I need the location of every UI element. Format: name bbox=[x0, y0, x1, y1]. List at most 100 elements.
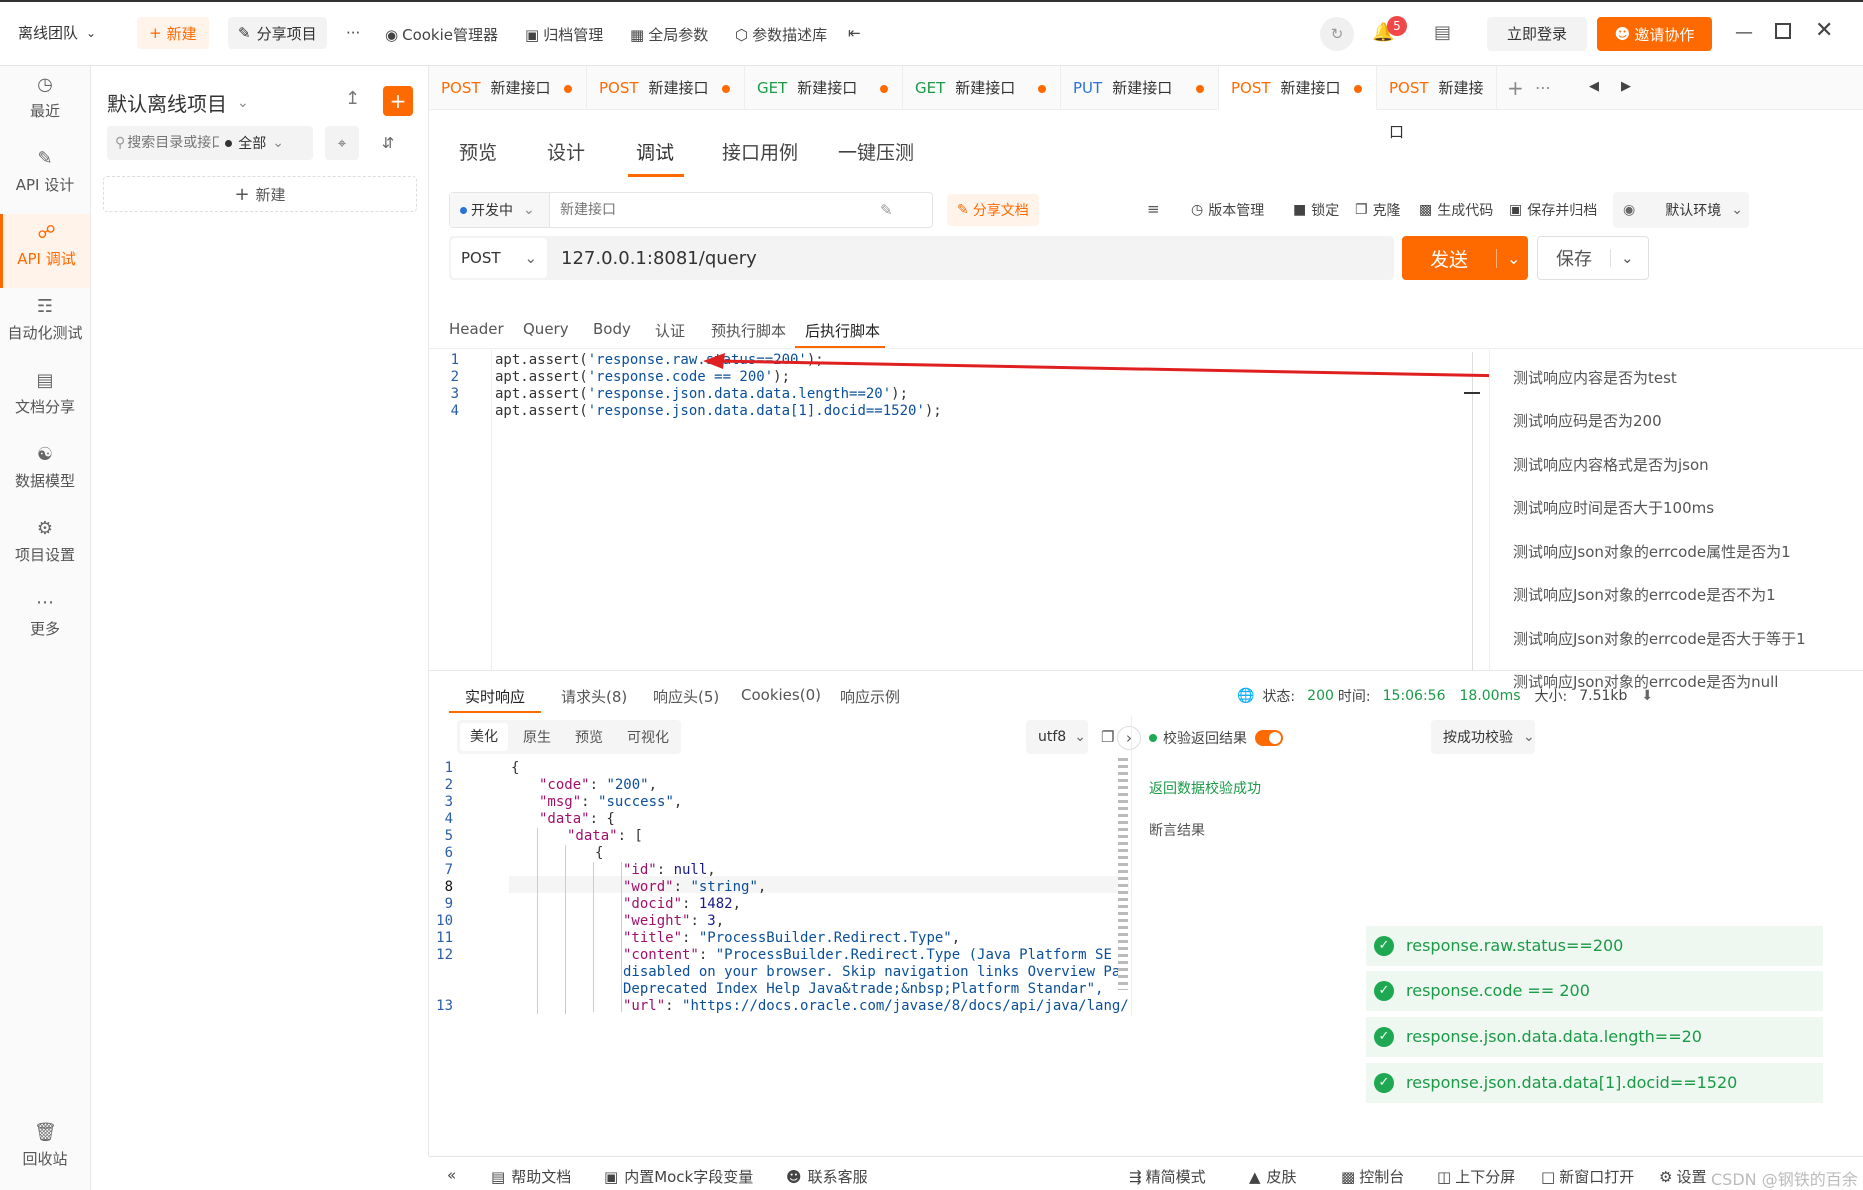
view-raw[interactable]: 原生 bbox=[511, 727, 563, 747]
method-select[interactable]: POST ⌄ bbox=[451, 238, 547, 278]
post-script-editor[interactable]: 1 apt.assert('response.raw.status==200')… bbox=[429, 350, 1489, 670]
help-doc-button[interactable]: ▤ 帮助文档 bbox=[491, 1166, 571, 1187]
global-params-button[interactable]: ▦ 全局参数 bbox=[630, 24, 708, 45]
snippet-item[interactable]: 测试响应Json对象的errcode是否为null bbox=[1513, 671, 1778, 692]
tab-more-icon[interactable]: ⋯ bbox=[1535, 78, 1551, 97]
snippet-item[interactable]: 测试响应内容是否为test bbox=[1513, 367, 1677, 388]
sidebar-item-data-model[interactable]: ☯ 数据模型 bbox=[0, 436, 90, 510]
archive-button[interactable]: ▣ 归档管理 bbox=[525, 24, 603, 45]
sidebar-item-project-settings[interactable]: ⚙ 项目设置 bbox=[0, 510, 90, 584]
request-tab[interactable]: GET 新建接口 bbox=[745, 66, 903, 110]
invite-button[interactable]: ☻ 邀请协作 bbox=[1597, 17, 1712, 51]
tab-prev-icon[interactable]: ◀ bbox=[1589, 79, 1599, 94]
chevron-right-icon[interactable]: › bbox=[1117, 726, 1141, 750]
format-icon[interactable]: ≡ bbox=[1147, 200, 1160, 218]
tab-next-icon[interactable]: ▶ bbox=[1621, 79, 1631, 94]
request-tab[interactable]: PUT 新建接口 bbox=[1061, 66, 1219, 110]
share-project-button[interactable]: ✎ 分享项目 bbox=[228, 17, 327, 49]
sidebar-item-doc-share[interactable]: ▤ 文档分享 bbox=[0, 362, 90, 436]
tab-body[interactable]: Body bbox=[593, 320, 631, 338]
validate-mode-select[interactable]: 按成功校验 ⌄ bbox=[1431, 720, 1535, 754]
add-tab-icon[interactable]: + bbox=[1507, 76, 1524, 100]
locate-icon[interactable]: ⌖ bbox=[325, 126, 359, 160]
sync-icon[interactable]: ↻ bbox=[1320, 17, 1354, 51]
snippet-item[interactable]: 测试响应码是否为200 bbox=[1513, 410, 1662, 431]
gen-code-button[interactable]: ▩ 生成代码 bbox=[1419, 200, 1493, 220]
edit-icon[interactable]: ✎ bbox=[880, 201, 893, 219]
copy-icon[interactable]: ❐ bbox=[1101, 728, 1114, 746]
filter-select[interactable]: 全部 bbox=[238, 133, 266, 153]
snippet-item[interactable]: 测试响应Json对象的errcode是否大于等于1 bbox=[1513, 628, 1806, 649]
import-icon[interactable]: ↥ bbox=[345, 88, 360, 109]
settings-button[interactable]: ⚙ 设置 bbox=[1659, 1166, 1706, 1187]
tab-preview[interactable]: 预览 bbox=[459, 138, 497, 165]
tab-stress-test[interactable]: 一键压测 bbox=[838, 138, 914, 165]
save-archive-button[interactable]: ▣ 保存并归档 bbox=[1509, 200, 1597, 220]
request-tab[interactable]: POST 新建接口 bbox=[587, 66, 745, 110]
notes-icon[interactable]: ▤ bbox=[1434, 22, 1451, 43]
skin-button[interactable]: ▲ 皮肤 bbox=[1249, 1166, 1297, 1187]
view-visualize[interactable]: 可视化 bbox=[615, 727, 681, 747]
save-button[interactable]: 保存 ⌄ bbox=[1537, 236, 1649, 280]
sort-icon[interactable]: ⇵ bbox=[371, 126, 405, 160]
tab-request-headers[interactable]: 请求头(8) bbox=[561, 686, 627, 707]
response-json-view[interactable]: 1 2 3 4 5 6 7 8 9 10 11 12 13 { "code": … bbox=[429, 758, 1129, 1014]
close-icon[interactable]: ✕ bbox=[1815, 18, 1833, 43]
status-select[interactable]: 开发中 ⌄ bbox=[450, 193, 550, 227]
minimize-icon[interactable]: — bbox=[1735, 22, 1753, 43]
sidebar-item-automation[interactable]: ☶ 自动化测试 bbox=[0, 288, 90, 362]
split-button[interactable]: ◫ 上下分屏 bbox=[1437, 1166, 1515, 1187]
version-button[interactable]: ◷ 版本管理 bbox=[1191, 200, 1264, 220]
sidebar-item-recycle[interactable]: 🗑 回收站 bbox=[0, 1114, 90, 1188]
snippet-item[interactable]: 测试响应内容格式是否为json bbox=[1513, 454, 1709, 475]
request-tab[interactable]: POST 新建接口 bbox=[1377, 66, 1497, 141]
tab-cookies[interactable]: Cookies(0) bbox=[741, 686, 821, 704]
request-tab[interactable]: GET 新建接口 bbox=[903, 66, 1061, 110]
maximize-icon[interactable] bbox=[1775, 23, 1791, 39]
view-beautify[interactable]: 美化 bbox=[460, 723, 508, 751]
new-window-button[interactable]: □ 新窗口打开 bbox=[1541, 1166, 1634, 1187]
request-tab[interactable]: POST 新建接口 bbox=[429, 66, 587, 110]
sidebar-item-api-debug[interactable]: ☍ API 调试 bbox=[0, 214, 90, 288]
snippet-item[interactable]: 测试响应Json对象的errcode属性是否为1 bbox=[1513, 541, 1791, 562]
lock-button[interactable]: ■ 锁定 bbox=[1293, 200, 1339, 220]
encoding-select[interactable]: utf8 ⌄ bbox=[1026, 720, 1088, 754]
new-tree-item-button[interactable]: + 新建 bbox=[103, 176, 417, 212]
mock-button[interactable]: ▣ 内置Mock字段变量 bbox=[604, 1166, 753, 1187]
url-input[interactable] bbox=[547, 238, 1367, 278]
tab-post-script[interactable]: 后执行脚本 bbox=[805, 320, 880, 341]
view-preview[interactable]: 预览 bbox=[563, 727, 615, 747]
tab-cases[interactable]: 接口用例 bbox=[722, 138, 798, 165]
collapse-icon[interactable]: ⇤ bbox=[848, 24, 861, 42]
clone-button[interactable]: ❐ 克隆 bbox=[1355, 200, 1401, 220]
simple-mode-button[interactable]: ⇶ 精简模式 bbox=[1129, 1166, 1206, 1187]
search-input[interactable] bbox=[127, 135, 220, 151]
params-library-button[interactable]: ⬡ 参数描述库 bbox=[735, 24, 827, 45]
team-selector[interactable]: 离线团队 ⌄ bbox=[18, 22, 96, 43]
cookie-manager-button[interactable]: ◉ Cookie管理器 bbox=[385, 24, 498, 45]
share-doc-button[interactable]: ✎ 分享文档 bbox=[947, 194, 1039, 226]
tab-live-response[interactable]: 实时响应 bbox=[465, 686, 525, 707]
console-button[interactable]: ▩ 控制台 bbox=[1341, 1166, 1404, 1187]
tab-auth[interactable]: 认证 bbox=[655, 320, 685, 341]
editor-scrollbar[interactable] bbox=[1472, 352, 1473, 670]
project-selector[interactable]: 默认离线项目 ⌄ bbox=[107, 88, 249, 117]
sidebar-item-recent[interactable]: ◷ 最近 bbox=[0, 66, 90, 140]
sidebar-item-api-design[interactable]: ✎ API 设计 bbox=[0, 140, 90, 214]
sidebar-item-more[interactable]: ⋯ 更多 bbox=[0, 584, 90, 658]
login-button[interactable]: 立即登录 bbox=[1487, 17, 1587, 51]
tab-pre-script[interactable]: 预执行脚本 bbox=[711, 320, 786, 341]
tab-design[interactable]: 设计 bbox=[547, 138, 585, 165]
tab-debug[interactable]: 调试 bbox=[636, 138, 674, 165]
tab-query[interactable]: Query bbox=[523, 320, 569, 338]
more-icon[interactable]: ··· bbox=[346, 24, 360, 42]
environment-select[interactable]: ◉ 默认环境 ⌄ bbox=[1613, 192, 1749, 228]
send-button[interactable]: 发送 ⌄ bbox=[1402, 236, 1528, 280]
tab-header[interactable]: Header bbox=[449, 320, 504, 338]
validate-toggle[interactable] bbox=[1255, 730, 1283, 746]
json-scrollbar[interactable] bbox=[1118, 758, 1128, 990]
tab-response-example[interactable]: 响应示例 bbox=[840, 686, 900, 707]
api-name-input[interactable] bbox=[550, 194, 850, 226]
snippet-item[interactable]: 测试响应时间是否大于100ms bbox=[1513, 497, 1714, 518]
add-button[interactable]: + bbox=[383, 86, 413, 116]
